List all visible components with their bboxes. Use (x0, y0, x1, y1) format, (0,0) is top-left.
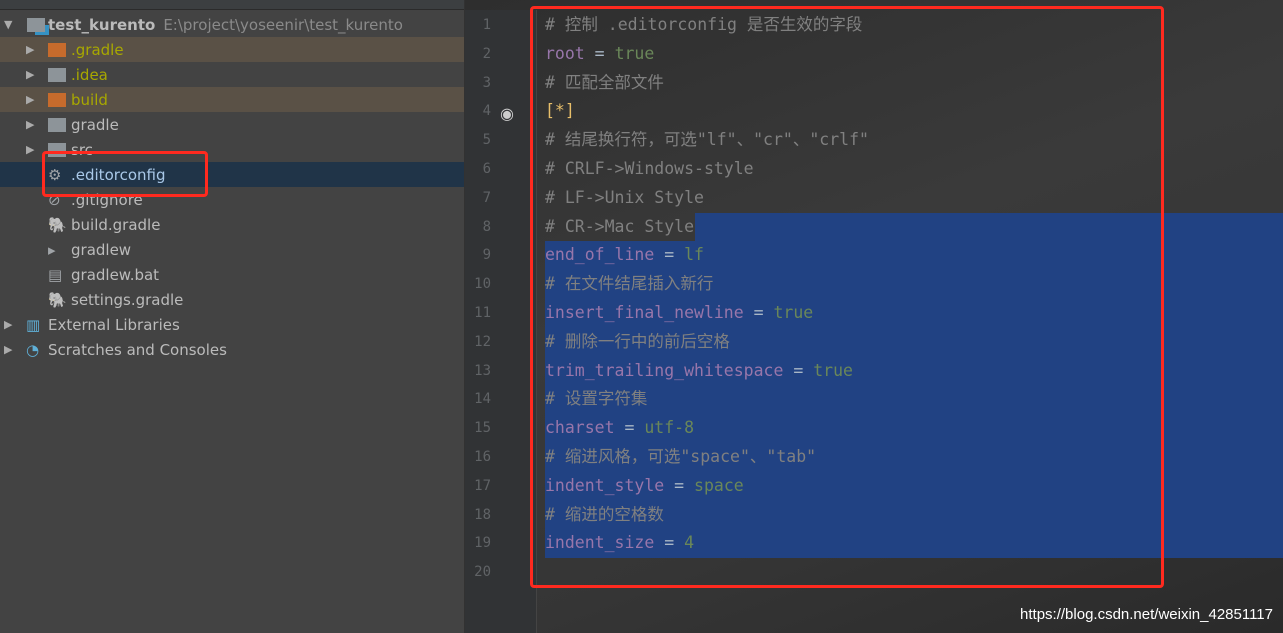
line-number: 5 (482, 132, 491, 149)
line-number: 4 (482, 103, 491, 120)
project-panel: ▼ test_kurento E:\project\yoseenir\test_ku… (0, 0, 465, 633)
chevron-right-icon[interactable]: ▶ (4, 318, 12, 331)
chevron-right-icon[interactable]: ▶ (26, 43, 34, 56)
line-number: 3 (482, 74, 491, 91)
line-number: 15 (474, 420, 491, 437)
tree-item[interactable]: ▸ gradlew (0, 237, 464, 262)
tree-item[interactable]: 🐘 build.gradle (0, 212, 464, 237)
folder-icon (48, 67, 66, 82)
line-number: 12 (474, 333, 491, 350)
line-number: 7 (482, 189, 491, 206)
tree-item[interactable]: 🐘 settings.gradle (0, 287, 464, 312)
folder-orange-icon (48, 92, 66, 107)
scratches-icon: ◔ (26, 340, 40, 359)
line-number: 16 (474, 449, 491, 465)
terminal-file-icon: ▸ (48, 240, 56, 259)
tree-item[interactable]: ▶ .gradle (0, 37, 464, 62)
chevron-down-icon[interactable]: ▼ (4, 18, 12, 31)
text-file-icon: ▤ (48, 265, 63, 284)
project-folder-icon (27, 17, 45, 32)
project-name: test_kurento (48, 15, 156, 34)
tree-item[interactable]: ▶ build (0, 87, 464, 112)
chevron-right-icon[interactable]: ▶ (4, 343, 12, 356)
tree-item-label: gradlew (71, 240, 132, 259)
line-number: 14 (474, 391, 491, 408)
tree-item-label: .gradle (71, 40, 124, 59)
tree-external-libraries[interactable]: ▶ ▥ External Libraries (0, 312, 464, 337)
gradle-elephant-icon: 🐘 (48, 290, 67, 309)
line-number: 9 (482, 247, 491, 264)
line-number: 11 (474, 305, 491, 321)
tree-item-label: gradle (71, 115, 119, 134)
line-number: 13 (474, 362, 491, 379)
folder-orange-icon (48, 42, 66, 57)
chevron-right-icon[interactable]: ▶ (26, 118, 34, 131)
line-number: 20 (474, 564, 491, 581)
chevron-right-icon[interactable]: ▶ (26, 93, 34, 106)
project-path: E:\project\yoseenir\test_kurento (163, 15, 403, 34)
tree-item-label: gradlew.bat (71, 265, 160, 284)
tree-item[interactable]: ▤ gradlew.bat (0, 262, 464, 287)
gradle-elephant-icon: 🐘 (48, 215, 67, 234)
tree-scratches[interactable]: ▶ ◔ Scratches and Consoles (0, 337, 464, 362)
folder-icon (48, 117, 66, 132)
line-number: 2 (482, 45, 491, 62)
tree-item[interactable]: ▶ .idea (0, 62, 464, 87)
tree-item-label: build.gradle (71, 215, 161, 234)
project-toolbar (0, 0, 464, 10)
tree-item-label: settings.gradle (71, 290, 184, 309)
line-number: 1 (482, 17, 491, 33)
libraries-icon: ▥ (26, 315, 41, 334)
tree-item-label: .idea (71, 65, 108, 84)
tree-item-label: build (71, 90, 108, 109)
tree-item-label: Scratches and Consoles (48, 340, 227, 359)
highlight-box-editorconfig (42, 151, 208, 197)
line-number: 10 (474, 276, 491, 293)
tree-item[interactable]: ▶ gradle (0, 112, 464, 137)
line-number: 18 (474, 506, 491, 523)
tree-item-label: External Libraries (48, 315, 180, 334)
line-number: 17 (474, 477, 491, 494)
chevron-right-icon[interactable]: ▶ (26, 143, 34, 156)
tree-root[interactable]: ▼ test_kurento E:\project\yoseenir\test_ku… (0, 12, 464, 37)
chevron-right-icon[interactable]: ▶ (26, 68, 34, 81)
line-number: 19 (474, 535, 491, 552)
line-number: 8 (482, 218, 491, 235)
watermark: https://blog.csdn.net/weixin_42851117 (1020, 606, 1273, 623)
line-number: 6 (482, 161, 491, 177)
eye-icon[interactable]: ◉ (500, 104, 514, 123)
highlight-box-editor (530, 6, 1164, 588)
